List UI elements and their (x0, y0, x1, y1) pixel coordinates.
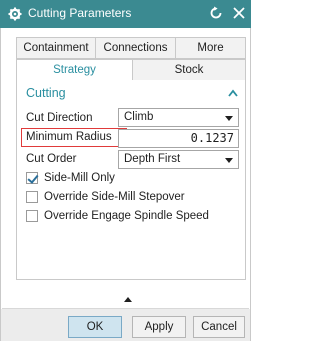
tab-row-top: Containment Connections More (16, 37, 246, 59)
cut-order-label: Cut Order (26, 153, 77, 165)
tab-strategy[interactable]: Strategy (16, 59, 133, 81)
checkbox-box[interactable] (26, 210, 38, 222)
chevron-down-icon (225, 158, 233, 163)
override-engage-spindle-speed-checkbox[interactable]: Override Engage Spindle Speed (26, 208, 209, 224)
side-mill-only-checkbox[interactable]: Side-Mill Only (26, 170, 115, 186)
cut-direction-label: Cut Direction (26, 112, 93, 124)
close-icon[interactable] (232, 6, 246, 20)
expand-up-icon[interactable] (124, 297, 132, 302)
checkbox-box[interactable] (26, 172, 38, 184)
tab-label: Stock (174, 64, 204, 76)
cancel-button[interactable]: Cancel (193, 316, 245, 338)
tab-label: Connections (103, 42, 168, 54)
ok-button[interactable]: OK (68, 316, 122, 338)
tab-label: Containment (23, 42, 89, 54)
chevron-up-icon[interactable] (228, 89, 238, 97)
section-title-cutting: Cutting (26, 86, 66, 100)
tab-row-bottom: Strategy Stock (16, 59, 246, 81)
gear-icon (8, 7, 22, 21)
cut-direction-select[interactable]: Climb (118, 108, 239, 127)
tab-more[interactable]: More (175, 37, 246, 59)
checkbox-box[interactable] (26, 191, 38, 203)
cut-order-value: Depth First (124, 153, 181, 165)
title-bar: Cutting Parameters (0, 0, 251, 28)
chevron-down-icon (225, 116, 233, 121)
checkbox-label: Side-Mill Only (44, 172, 115, 184)
cut-order-select[interactable]: Depth First (118, 150, 239, 169)
tab-containment[interactable]: Containment (16, 37, 96, 59)
apply-button[interactable]: Apply (132, 316, 186, 338)
override-side-mill-stepover-checkbox[interactable]: Override Side-Mill Stepover (26, 189, 185, 205)
tab-stock[interactable]: Stock (132, 59, 246, 81)
minimum-radius-input[interactable]: 0.1237 (118, 129, 239, 148)
tab-label: Strategy (53, 64, 96, 76)
checkbox-label: Override Side-Mill Stepover (44, 191, 185, 203)
window-title: Cutting Parameters (28, 6, 132, 20)
cut-direction-value: Climb (124, 111, 154, 123)
minimum-radius-label: Minimum Radius (26, 131, 112, 143)
tab-label: More (197, 42, 224, 54)
reset-icon[interactable] (209, 6, 223, 20)
tab-connections[interactable]: Connections (95, 37, 176, 59)
checkbox-label: Override Engage Spindle Speed (44, 210, 209, 222)
